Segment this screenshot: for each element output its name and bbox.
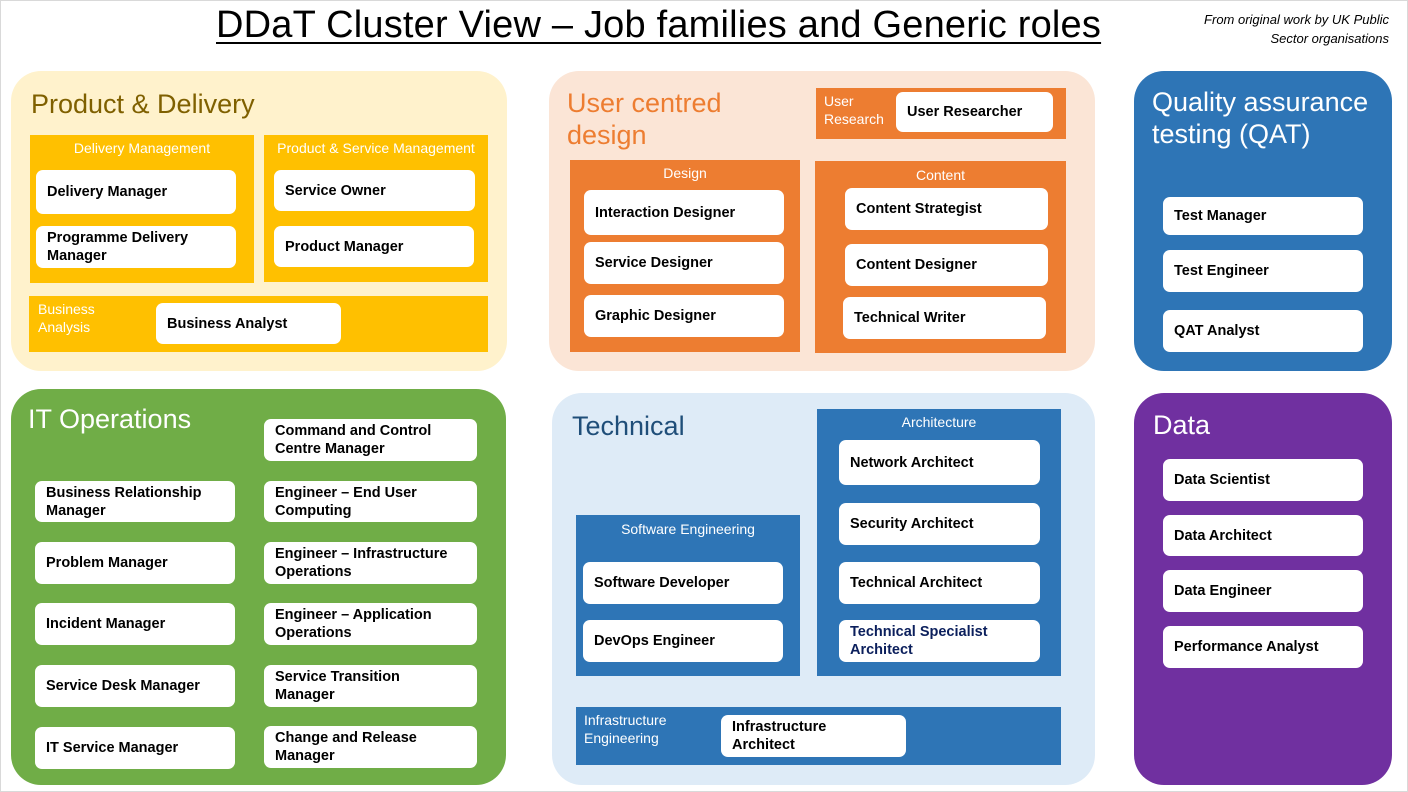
- cluster-it-operations: IT Operations Business Relationship Mana…: [11, 389, 506, 785]
- family-content: Content Content Strategist Content Desig…: [815, 161, 1066, 353]
- role-card[interactable]: IT Service Manager: [35, 727, 235, 769]
- role-card[interactable]: Software Developer: [583, 562, 783, 604]
- family-user-research: User Research User Researcher: [816, 88, 1066, 139]
- role-card[interactable]: Technical Writer: [843, 297, 1046, 339]
- role-card[interactable]: QAT Analyst: [1163, 310, 1363, 352]
- family-infrastructure-engineering: Infrastructure Engineering Infrastructur…: [576, 707, 1061, 765]
- family-label: User Research: [824, 93, 884, 127]
- family-architecture: Architecture Network Architect Security …: [817, 409, 1061, 676]
- role-card[interactable]: Business Relationship Manager: [35, 481, 235, 522]
- role-card[interactable]: Performance Analyst: [1163, 626, 1363, 668]
- role-card[interactable]: Engineer – Infrastructure Operations: [264, 542, 477, 584]
- role-card[interactable]: Security Architect: [839, 503, 1040, 545]
- cluster-product-delivery: Product & Delivery Delivery Management D…: [11, 71, 507, 371]
- role-card[interactable]: Business Analyst: [156, 303, 341, 344]
- role-card[interactable]: Graphic Designer: [584, 295, 784, 337]
- role-card[interactable]: Delivery Manager: [36, 170, 236, 214]
- role-card[interactable]: Content Strategist: [845, 188, 1048, 230]
- role-card[interactable]: Test Engineer: [1163, 250, 1363, 292]
- role-card[interactable]: User Researcher: [896, 92, 1053, 132]
- role-card[interactable]: Interaction Designer: [584, 190, 784, 235]
- family-product-service-management: Product & Service Management Service Own…: [264, 135, 488, 282]
- role-card[interactable]: Network Architect: [839, 440, 1040, 485]
- family-business-analysis: Business Analysis Business Analyst: [29, 296, 488, 352]
- family-label: Content: [915, 167, 966, 183]
- page-title: DDaT Cluster View – Job families and Gen…: [216, 4, 1102, 46]
- role-card[interactable]: Technical Architect: [839, 562, 1040, 604]
- role-card[interactable]: Content Designer: [845, 244, 1048, 286]
- role-card[interactable]: Incident Manager: [35, 603, 235, 645]
- role-card[interactable]: Data Engineer: [1163, 570, 1363, 612]
- cluster-title: Data: [1153, 410, 1211, 440]
- family-label: Delivery Management: [73, 140, 211, 156]
- family-label: Business Analysis: [38, 301, 95, 335]
- role-card[interactable]: Service Transition Manager: [264, 665, 477, 707]
- cluster-quality-assurance-testing: Quality assurance testing (QAT) Test Man…: [1134, 71, 1392, 371]
- credit-note: From original work by UK Public Sector o…: [1204, 12, 1389, 46]
- family-label: Design: [663, 165, 707, 181]
- role-card[interactable]: Product Manager: [274, 226, 474, 267]
- family-design: Design Interaction Designer Service Desi…: [570, 160, 800, 352]
- cluster-title: Quality assurance testing (QAT): [1152, 87, 1369, 149]
- role-card[interactable]: Service Owner: [274, 170, 475, 211]
- role-card-highlight[interactable]: Technical Specialist Architect: [839, 620, 1040, 662]
- role-card[interactable]: Test Manager: [1163, 197, 1363, 235]
- role-card[interactable]: DevOps Engineer: [583, 620, 783, 662]
- family-software-engineering: Software Engineering Software Developer …: [576, 515, 800, 676]
- role-card[interactable]: Change and Release Manager: [264, 726, 477, 768]
- cluster-title: User centred design: [567, 88, 722, 150]
- cluster-title: Product & Delivery: [31, 89, 255, 119]
- cluster-user-centred-design: User centred design User Research User R…: [549, 71, 1095, 371]
- role-card[interactable]: Service Desk Manager: [35, 665, 235, 707]
- role-card[interactable]: Programme Delivery Manager: [36, 226, 236, 268]
- family-delivery-management: Delivery Management Delivery Manager Pro…: [30, 135, 254, 283]
- role-card[interactable]: Engineer – Application Operations: [264, 603, 477, 645]
- role-card[interactable]: Infrastructure Architect: [721, 715, 906, 757]
- family-label: Architecture: [901, 414, 977, 430]
- role-card[interactable]: Command and Control Centre Manager: [264, 419, 477, 461]
- family-label: Software Engineering: [621, 521, 755, 537]
- role-card[interactable]: Engineer – End User Computing: [264, 481, 477, 522]
- cluster-title: Technical: [572, 411, 685, 441]
- cluster-technical: Technical Architecture Network Architect…: [552, 393, 1095, 785]
- family-label: Product & Service Management: [277, 140, 475, 156]
- role-card[interactable]: Data Scientist: [1163, 459, 1363, 501]
- cluster-title: IT Operations: [28, 404, 192, 434]
- role-card[interactable]: Data Architect: [1163, 515, 1363, 556]
- cluster-data: Data Data Scientist Data Architect Data …: [1134, 393, 1392, 785]
- role-card[interactable]: Service Designer: [584, 242, 784, 284]
- family-label: Infrastructure Engineering: [584, 712, 667, 746]
- role-card[interactable]: Problem Manager: [35, 542, 235, 584]
